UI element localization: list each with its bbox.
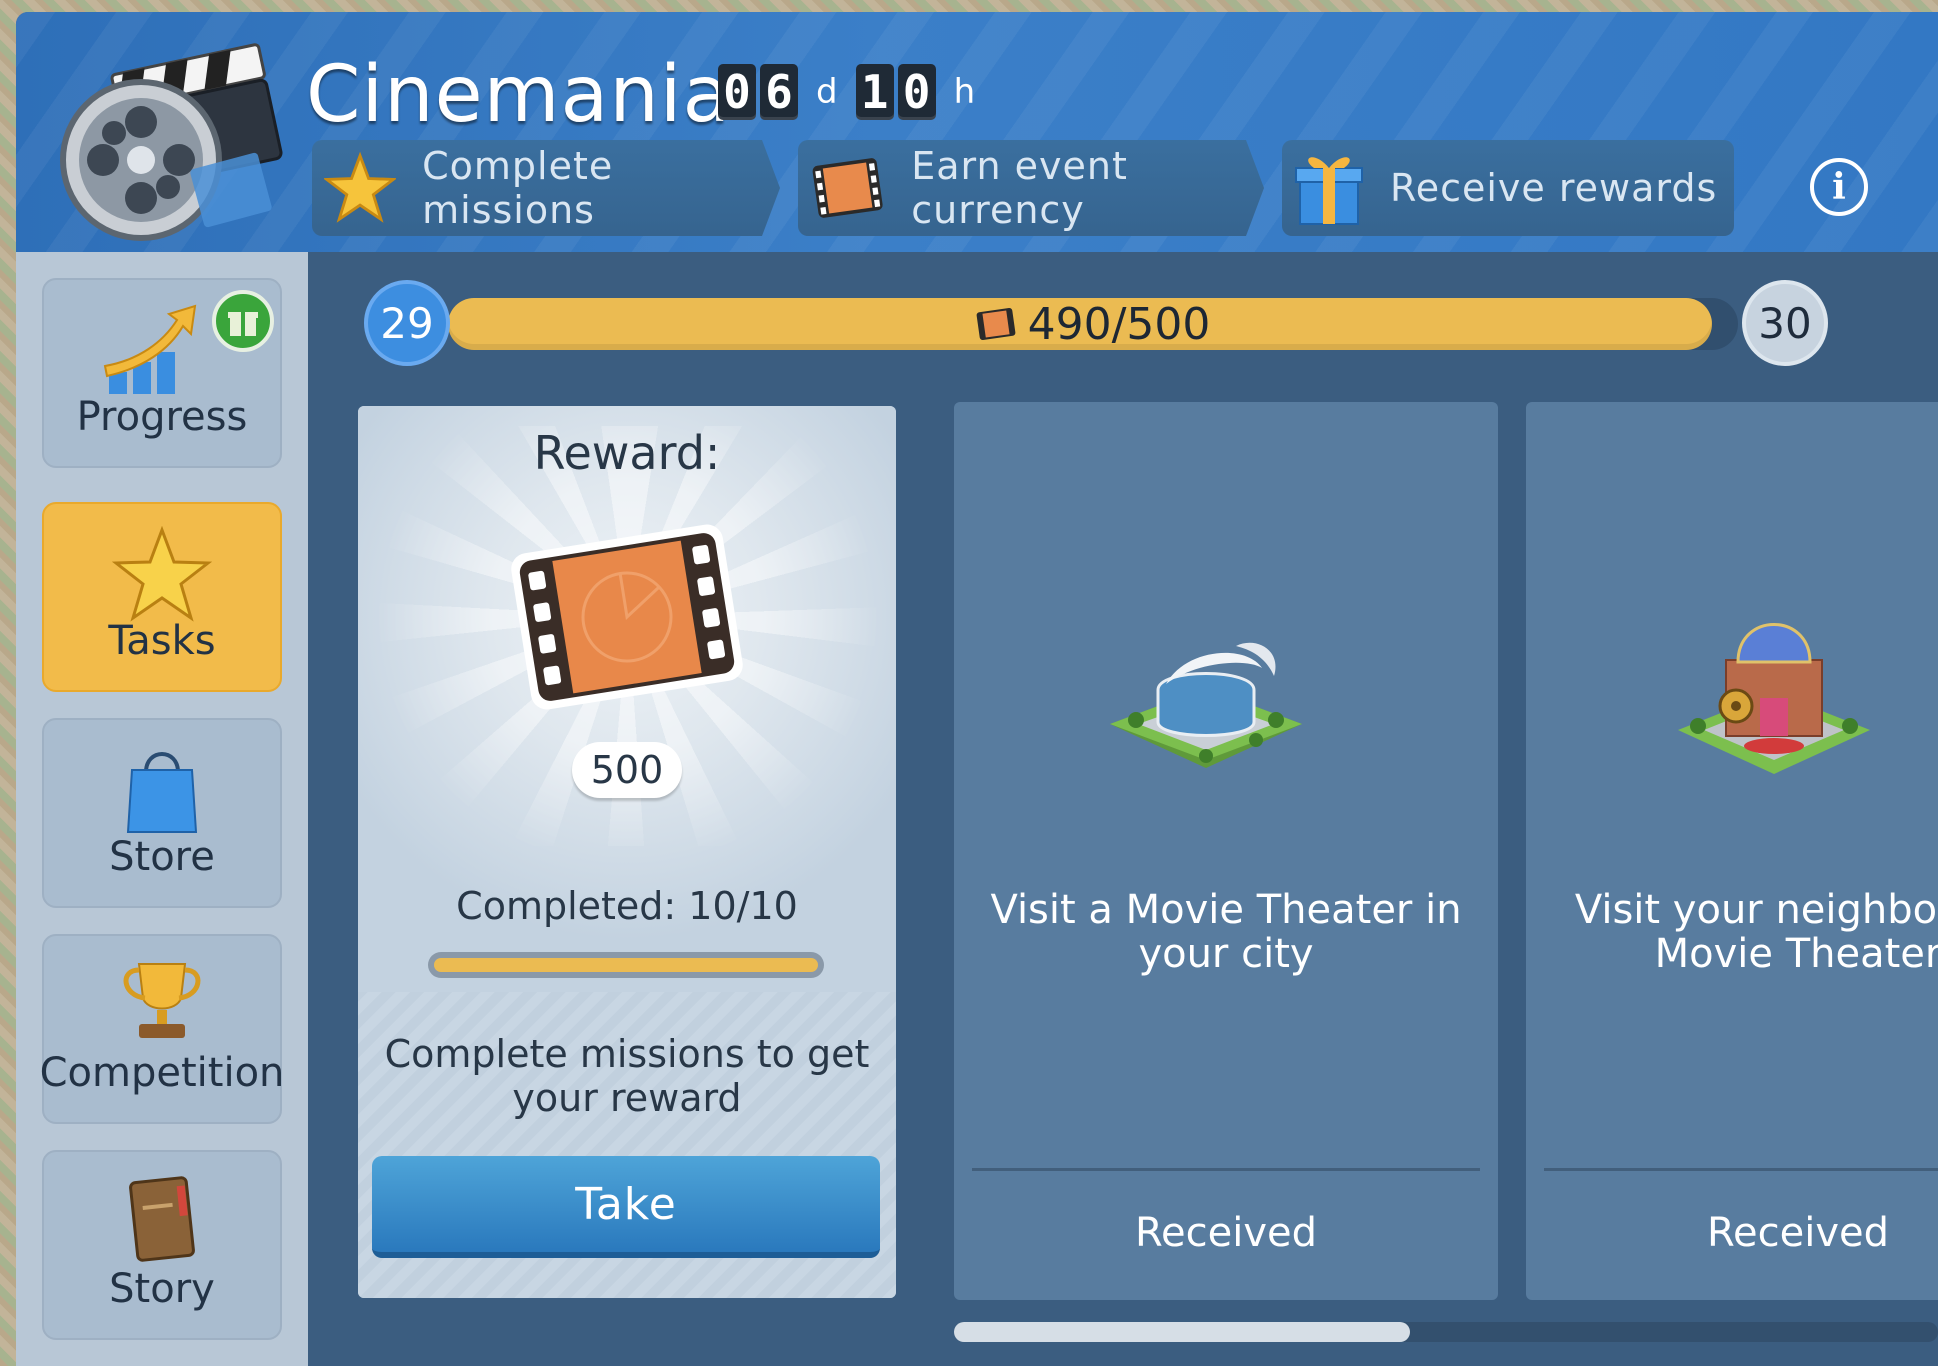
star-icon bbox=[324, 150, 396, 226]
sidebar-item-store[interactable]: Store bbox=[42, 718, 282, 908]
neighbor-movie-theater-building-icon bbox=[1678, 623, 1870, 774]
gift-icon bbox=[1295, 157, 1363, 225]
reward-card: Reward: 500 Completed: 10/10 Complete mi… bbox=[358, 406, 896, 1298]
timer-unit-days: d bbox=[816, 72, 838, 112]
reward-amount-badge: 500 bbox=[572, 742, 682, 798]
shopping-bag-icon bbox=[126, 752, 198, 833]
clapperboard-film-reel-icon bbox=[60, 43, 283, 241]
sidebar-item-progress[interactable]: Progress bbox=[42, 278, 282, 468]
timer-digit: 6 bbox=[760, 64, 798, 120]
completed-count: Completed: 10/10 bbox=[456, 884, 798, 928]
sidebar-item-tasks[interactable]: Tasks bbox=[42, 502, 282, 692]
info-icon[interactable]: i bbox=[1810, 158, 1868, 216]
film-ticket-icon bbox=[976, 308, 1015, 340]
event-header: Cinemania 0 6 d 1 0 h Complete missions bbox=[16, 12, 1938, 252]
trophy-icon bbox=[123, 963, 201, 1038]
sidebar-item-label: Competition bbox=[39, 1050, 285, 1096]
task-status: Received bbox=[1135, 1210, 1317, 1256]
sidebar-item-competition[interactable]: Competition bbox=[39, 934, 285, 1124]
step-earn-currency: Earn event currency bbox=[798, 140, 1264, 236]
movie-theater-building-icon bbox=[1110, 642, 1302, 768]
step-receive-rewards: Receive rewards bbox=[1282, 140, 1734, 236]
task-divider bbox=[1544, 1168, 1938, 1171]
book-icon bbox=[129, 1176, 195, 1262]
task-card[interactable]: Visit your neighbor's F Movie Theater Re… bbox=[1526, 402, 1938, 1300]
scrollbar-thumb[interactable] bbox=[954, 1322, 1410, 1342]
reward-card-top: Reward: 500 Completed: 10/10 bbox=[358, 406, 896, 992]
event-window: Cinemania 0 6 d 1 0 h Complete missions bbox=[16, 12, 1938, 1366]
task-description: Visit a Movie Theater in your city bbox=[954, 888, 1498, 976]
task-description-line: your city bbox=[1138, 931, 1314, 977]
task-description: Visit your neighbor's F Movie Theater bbox=[1526, 888, 1938, 976]
event-timer: 0 6 d 1 0 h bbox=[718, 64, 993, 120]
completed-progress-fill bbox=[434, 958, 818, 972]
sidebar-item-label: Story bbox=[109, 1266, 215, 1312]
timer-digit: 1 bbox=[855, 64, 894, 120]
task-description-line: Visit a Movie Theater in bbox=[990, 887, 1462, 933]
star-icon bbox=[112, 526, 212, 622]
event-steps: Complete missions Earn event currency Re… bbox=[312, 140, 1752, 236]
level-progress-bar: 490/500 bbox=[448, 298, 1738, 350]
tasks-scrollbar[interactable] bbox=[954, 1322, 1938, 1342]
chart-arrow-icon bbox=[103, 304, 197, 394]
completed-progress-bar bbox=[428, 952, 824, 978]
timer-unit-hours: h bbox=[953, 72, 976, 112]
current-level-badge: 29 bbox=[364, 280, 450, 366]
gift-icon bbox=[212, 290, 274, 352]
level-progress-text: 490/500 bbox=[1027, 298, 1211, 350]
timer-digit: 0 bbox=[897, 64, 936, 120]
task-card[interactable]: Visit a Movie Theater in your city Recei… bbox=[954, 402, 1498, 1300]
sidebar-item-story[interactable]: Story bbox=[42, 1150, 282, 1340]
task-description-line: Movie Theater bbox=[1654, 931, 1938, 977]
level-progress-label: 490/500 bbox=[448, 298, 1738, 350]
event-title: Cinemania bbox=[306, 50, 732, 140]
sidebar-item-label: Tasks bbox=[108, 618, 216, 664]
take-button[interactable]: Take bbox=[372, 1156, 880, 1258]
timer-digit: 0 bbox=[718, 64, 756, 120]
reward-title: Reward: bbox=[533, 426, 721, 480]
film-ticket-icon bbox=[511, 524, 743, 710]
step-label: Complete missions bbox=[422, 144, 614, 232]
tasks-panel: 490/500 29 30 Reward: 500 Completed: 10/… bbox=[308, 252, 1938, 1366]
task-status: Received bbox=[1707, 1210, 1889, 1256]
task-description-line: Visit your neighbor's F bbox=[1574, 887, 1938, 933]
next-level-badge: 30 bbox=[1742, 280, 1828, 366]
step-complete-missions: Complete missions bbox=[312, 140, 780, 236]
sidebar: Progress Tasks Store Competition Story bbox=[16, 252, 308, 1366]
step-label: Earn event currency bbox=[911, 144, 1128, 232]
step-label: Receive rewards bbox=[1390, 166, 1718, 210]
film-ticket-icon bbox=[810, 150, 885, 226]
reward-card-bottom: Complete missions to get your reward Tak… bbox=[358, 992, 896, 1298]
reward-description: Complete missions to get your reward bbox=[384, 1032, 870, 1120]
sidebar-item-label: Store bbox=[109, 834, 215, 880]
task-divider bbox=[972, 1168, 1480, 1171]
